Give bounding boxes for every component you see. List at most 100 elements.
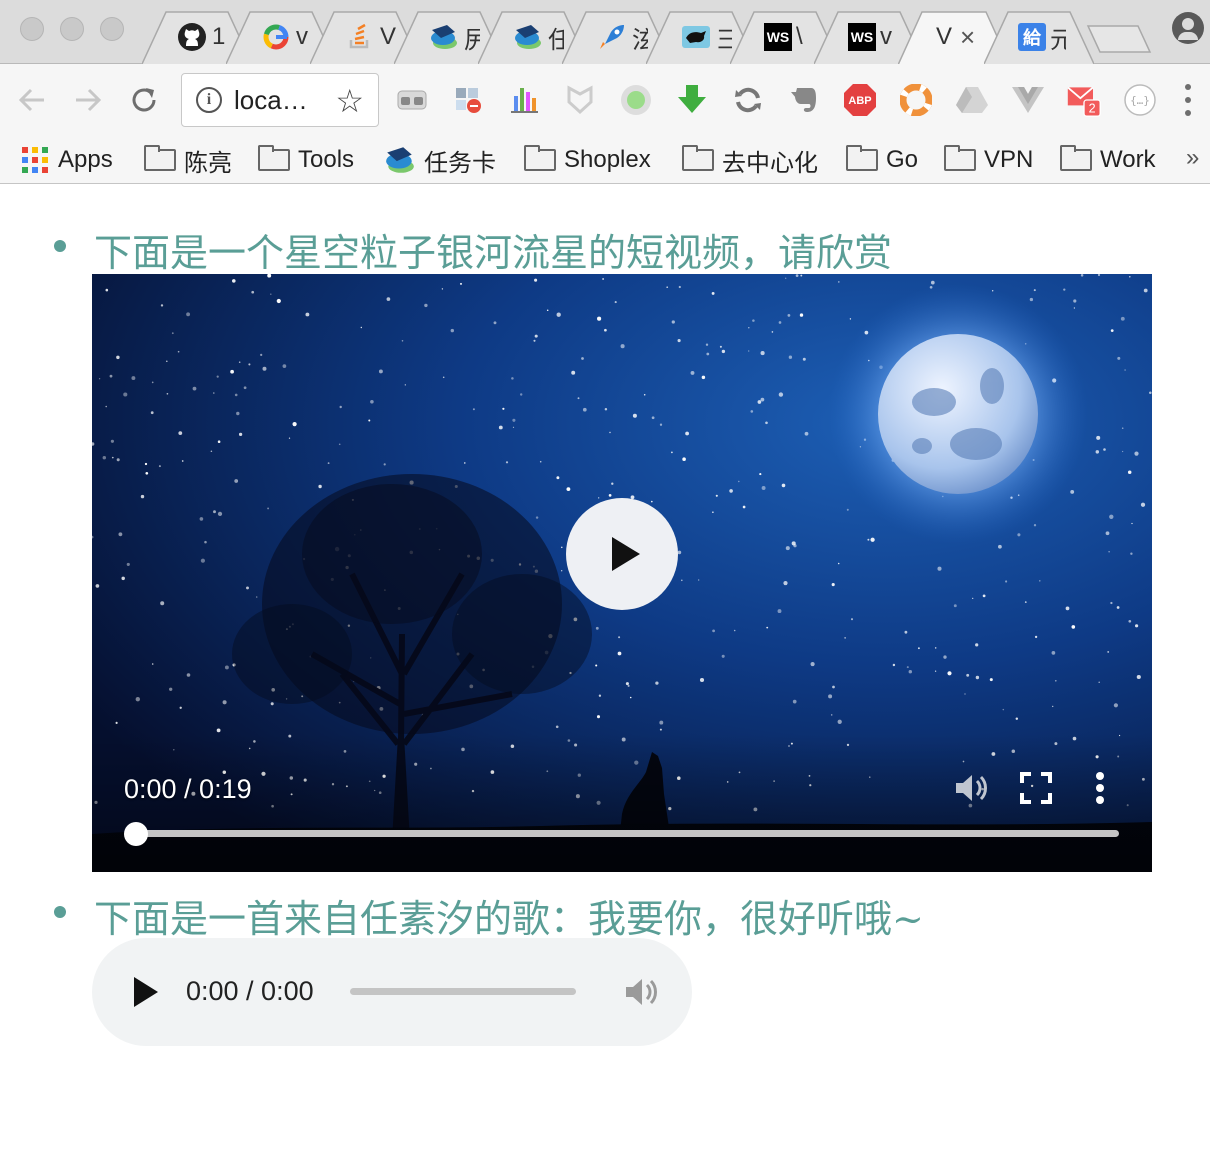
tab-translate[interactable]: 給 元: [984, 10, 1094, 64]
drive-icon[interactable]: [954, 82, 990, 118]
back-arrow-icon: [18, 88, 44, 112]
star: [750, 410, 754, 413]
download-arrow-icon[interactable]: [674, 82, 710, 118]
address-bar[interactable]: i loca… ☆: [181, 73, 379, 127]
star: [472, 408, 475, 411]
star: [620, 344, 625, 349]
star: [604, 328, 607, 332]
forward-button[interactable]: [70, 82, 106, 118]
evernote-icon[interactable]: [786, 82, 822, 118]
bookmarks-overflow-button[interactable]: »: [1186, 144, 1199, 172]
star: [738, 480, 740, 483]
star: [608, 494, 612, 497]
star: [251, 290, 255, 294]
more-options-icon[interactable]: [1080, 768, 1120, 808]
audio-progress-bar[interactable]: [350, 988, 576, 995]
star: [511, 377, 514, 380]
star: [1051, 705, 1054, 708]
window-close-button[interactable]: [20, 17, 44, 41]
star: [378, 369, 383, 374]
stats-icon[interactable]: [506, 82, 542, 118]
star: [116, 458, 120, 462]
adblock-icon[interactable]: ABP: [842, 82, 878, 118]
star: [975, 643, 979, 647]
bookmark-label: VPN: [984, 146, 1034, 173]
bookmark-task-card[interactable]: 任务卡: [384, 142, 496, 178]
star: [216, 375, 219, 378]
star: [617, 651, 622, 656]
star: [1107, 650, 1110, 653]
star: [934, 670, 937, 672]
panther-icon: [680, 21, 712, 53]
video-player[interactable]: 0:00 / 0:19: [92, 274, 1152, 872]
mail-badge: 2: [1089, 102, 1096, 116]
video-progress-bar[interactable]: [136, 830, 1119, 837]
video-play-button[interactable]: [566, 498, 678, 610]
star: [614, 301, 617, 304]
new-tab-button[interactable]: [1086, 22, 1152, 54]
star: [519, 393, 523, 396]
bookmark-folder-vpn[interactable]: VPN: [944, 142, 1033, 178]
bookmark-folder-chenliang[interactable]: 陈亮: [144, 142, 232, 178]
bookmark-folder-work[interactable]: Work: [1060, 142, 1156, 178]
star: [1063, 288, 1066, 291]
window-zoom-button[interactable]: [100, 17, 124, 41]
star: [200, 558, 205, 563]
star: [643, 393, 646, 396]
star: [204, 540, 207, 544]
star: [785, 277, 787, 279]
bookmark-folder-decentralized[interactable]: 去中心化: [682, 142, 818, 178]
bookmark-folder-shoplex[interactable]: Shoplex: [524, 142, 651, 178]
json-viewer-icon[interactable]: {…}: [1122, 82, 1158, 118]
star: [505, 461, 509, 464]
star: [160, 304, 164, 307]
color-picker-icon[interactable]: [450, 82, 486, 118]
star: [1029, 297, 1034, 302]
star: [706, 352, 710, 356]
star: [802, 357, 806, 361]
star: [699, 677, 705, 683]
star: [131, 376, 136, 381]
shield-icon[interactable]: [562, 82, 598, 118]
star: [1033, 524, 1037, 527]
reload-button[interactable]: [126, 82, 162, 118]
star: [655, 681, 659, 685]
bookmark-folder-go[interactable]: Go: [846, 142, 918, 178]
record-icon[interactable]: [618, 82, 654, 118]
audio-player[interactable]: 0:00 / 0:00: [92, 938, 692, 1046]
profile-avatar-icon[interactable]: [1172, 12, 1204, 44]
bookmark-folder-tools[interactable]: Tools: [258, 142, 354, 178]
site-info-icon[interactable]: i: [196, 87, 222, 113]
url-text[interactable]: loca…: [234, 85, 324, 116]
star: [844, 637, 846, 639]
back-button[interactable]: [14, 82, 50, 118]
star: [792, 699, 797, 704]
window-minimize-button[interactable]: [60, 17, 84, 41]
star: [837, 719, 842, 724]
close-tab-icon[interactable]: ×: [960, 22, 975, 53]
star: [450, 328, 454, 333]
bookmark-star-icon[interactable]: ☆: [335, 82, 364, 120]
star: [338, 443, 341, 446]
star: [178, 431, 183, 435]
vue-devtools-icon[interactable]: [1010, 82, 1046, 118]
sync-icon[interactable]: [730, 82, 766, 118]
star: [837, 562, 840, 565]
audio-play-button[interactable]: [134, 977, 158, 1007]
video-progress-thumb[interactable]: [124, 822, 148, 846]
volume-icon[interactable]: [950, 768, 990, 808]
star: [682, 457, 686, 461]
star: [151, 663, 154, 665]
star: [846, 508, 849, 511]
fullscreen-icon[interactable]: [1016, 768, 1056, 808]
mail-icon[interactable]: 2: [1066, 82, 1102, 118]
bookmark-label: 陈亮: [184, 149, 232, 177]
browser-menu-icon[interactable]: [1178, 84, 1198, 116]
star: [632, 413, 637, 418]
lifebuoy-icon[interactable]: [898, 82, 934, 118]
vr-goggles-icon[interactable]: [394, 82, 430, 118]
audio-volume-icon[interactable]: [620, 972, 660, 1012]
star: [111, 456, 114, 459]
star: [975, 675, 980, 680]
bookmark-apps[interactable]: Apps: [22, 142, 113, 178]
